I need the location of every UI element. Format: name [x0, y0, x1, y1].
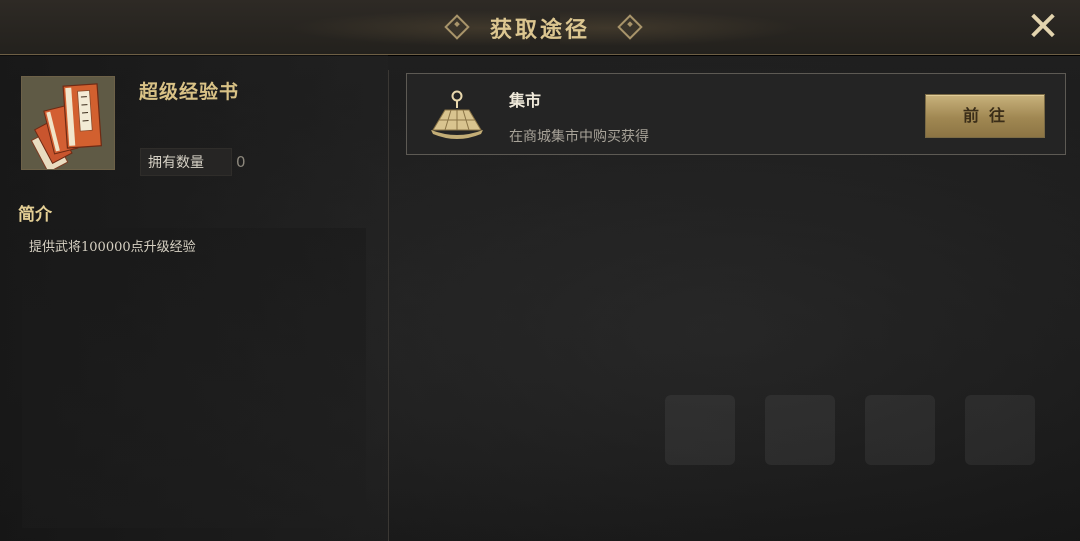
source-name: 集市: [509, 91, 542, 110]
item-name: 超级经验书: [139, 81, 240, 103]
source-description: 在商城集市中购买获得: [509, 129, 649, 145]
book-stack-icon: [21, 76, 115, 174]
market-icon: [427, 88, 487, 142]
intro-heading: 简介: [18, 205, 52, 225]
owned-count-value: 0: [236, 153, 246, 171]
page-title: 获取途径: [489, 17, 590, 43]
go-to-market-button[interactable]: 前往: [925, 94, 1045, 138]
description-box: [22, 228, 366, 528]
item-description: 提供武将100000点升级经验: [29, 240, 196, 255]
owned-count-label: 拥有数量: [148, 155, 204, 171]
close-icon[interactable]: ✕: [1022, 6, 1064, 48]
